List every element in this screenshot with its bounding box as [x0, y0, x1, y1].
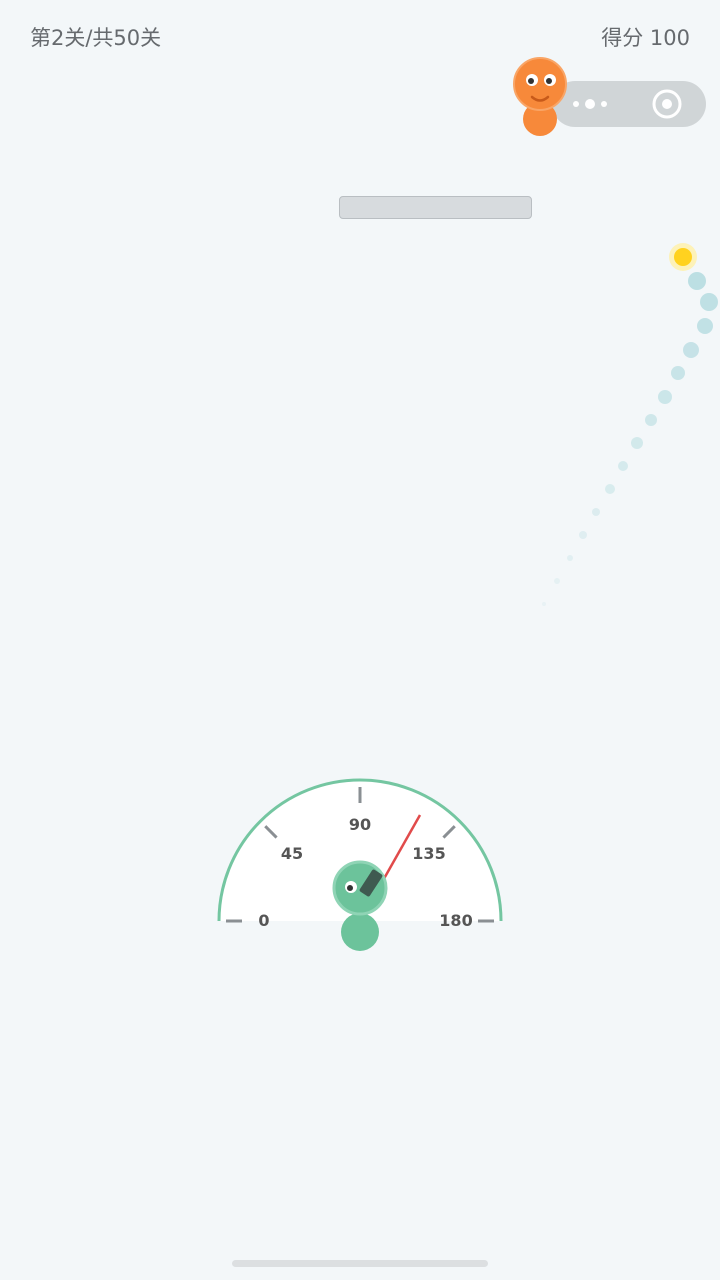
trajectory-dot [631, 437, 643, 449]
game-scene: 0 45 90 135 180 [217, 57, 718, 951]
angle-label-90: 90 [349, 815, 371, 834]
trajectory-dots [542, 272, 718, 606]
trajectory-dot [645, 414, 657, 426]
trajectory-dot [700, 293, 718, 311]
opponent-character [513, 57, 567, 136]
angle-label-135: 135 [412, 844, 445, 863]
trajectory-dot [658, 390, 672, 404]
angle-label-45: 45 [281, 844, 303, 863]
angle-label-180: 180 [439, 911, 472, 930]
trajectory-dot [683, 342, 699, 358]
angle-label-0: 0 [258, 911, 269, 930]
player-character[interactable] [332, 860, 388, 951]
trajectory-dot [567, 555, 573, 561]
trajectory-dot [579, 531, 587, 539]
sun-target [669, 243, 697, 271]
home-indicator [232, 1260, 488, 1267]
trajectory-dot [554, 578, 560, 584]
trajectory-dot [592, 508, 600, 516]
trajectory-dot [671, 366, 685, 380]
trajectory-dot [542, 602, 546, 606]
trajectory-dot [697, 318, 713, 334]
trajectory-dot [618, 461, 628, 471]
trajectory-dot [688, 272, 706, 290]
trajectory-dot [605, 484, 615, 494]
